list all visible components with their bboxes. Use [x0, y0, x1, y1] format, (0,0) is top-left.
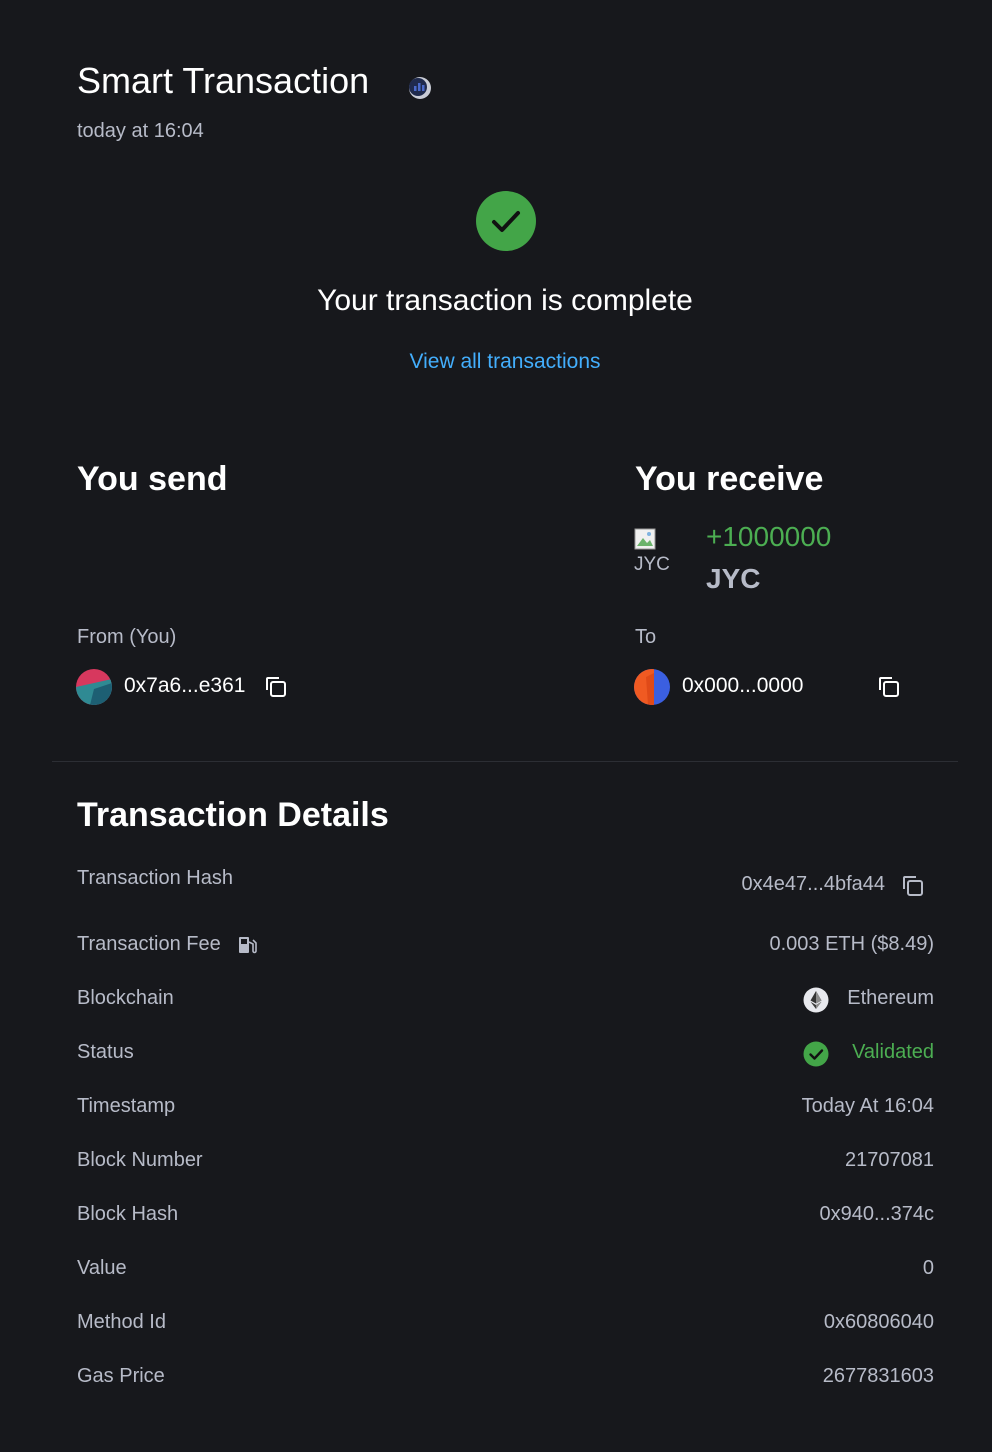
detail-label-transaction-hash: Transaction Hash [77, 867, 233, 889]
network-icon [409, 77, 431, 99]
section-divider [52, 761, 958, 762]
gas-pump-icon [239, 937, 257, 954]
copy-icon[interactable] [876, 674, 902, 700]
detail-label-gas-price: Gas Price [77, 1365, 165, 1387]
to-address: 0x000...0000 [682, 674, 804, 697]
ethereum-icon [803, 987, 829, 1013]
detail-value-transaction-fee: 0.003 ETH ($8.49) [769, 933, 934, 955]
from-label: From (You) [77, 626, 177, 648]
detail-value-value: 0 [922, 1257, 934, 1279]
detail-label-transaction-fee: Transaction Fee [77, 933, 221, 955]
detail-label-status: Status [77, 1041, 134, 1063]
detail-value-blockchain: Ethereum [847, 987, 934, 1009]
detail-label-block-number: Block Number [77, 1149, 203, 1171]
view-all-transactions-link[interactable]: View all transactions [0, 350, 992, 374]
detail-value-transaction-hash: 0x4e47...4bfa44 [741, 873, 885, 895]
detail-value-gas-price: 2677831603 [822, 1365, 934, 1387]
detail-value-method-id: 0x60806040 [823, 1311, 934, 1333]
detail-value-timestamp: Today At 16:04 [801, 1095, 934, 1117]
token-image: JYC [634, 528, 680, 578]
to-avatar [634, 669, 670, 705]
from-avatar [76, 669, 112, 705]
detail-value-block-number: 21707081 [845, 1149, 934, 1171]
detail-value-status: Validated [852, 1041, 934, 1063]
detail-label-block-hash: Block Hash [77, 1203, 179, 1225]
from-address: 0x7a6...e361 [124, 674, 246, 697]
timestamp-subtitle: today at 16:04 [77, 120, 204, 142]
broken-image-icon [634, 528, 656, 550]
detail-label-blockchain: Blockchain [77, 987, 174, 1009]
page-title: Smart Transaction [77, 60, 370, 101]
completion-message: Your transaction is complete [317, 284, 693, 317]
you-receive-heading: You receive [635, 460, 824, 498]
detail-label-method-id: Method Id [77, 1311, 166, 1333]
copy-icon[interactable] [900, 873, 926, 899]
you-send-heading: You send [77, 460, 228, 498]
copy-icon[interactable] [263, 674, 289, 700]
transaction-details-heading: Transaction Details [77, 796, 389, 834]
detail-label-value: Value [77, 1257, 127, 1279]
token-image-alt: JYC [634, 554, 670, 575]
to-label: To [635, 626, 657, 648]
detail-label-timestamp: Timestamp [77, 1095, 176, 1117]
receive-amount: +1000000 [706, 521, 832, 552]
detail-value-block-hash: 0x940...374c [819, 1203, 934, 1225]
check-circle-icon [476, 191, 536, 251]
receive-symbol: JYC [706, 563, 761, 594]
check-circle-small-icon [803, 1041, 829, 1067]
